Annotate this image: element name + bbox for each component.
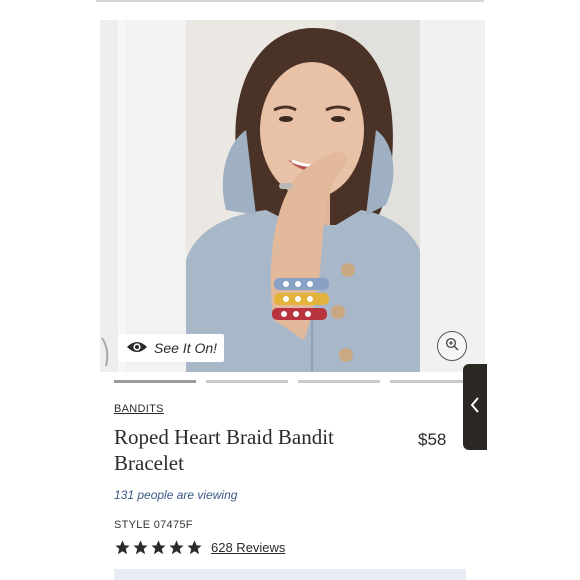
star-icon	[169, 540, 184, 555]
pagination-dot[interactable]	[390, 380, 472, 383]
chevron-left-icon	[470, 396, 480, 419]
zoom-in-icon	[445, 337, 459, 356]
viewers-count: 131 people are viewing	[114, 488, 238, 502]
next-slide-peek[interactable]	[420, 20, 485, 372]
star-icon	[133, 540, 148, 555]
model-photo-illustration	[186, 20, 420, 372]
star-icon	[151, 540, 166, 555]
zoom-button[interactable]	[437, 331, 467, 361]
product-photo[interactable]	[186, 20, 420, 372]
product-title: Roped Heart Braid Bandit Bracelet	[114, 425, 334, 475]
product-price: $58	[418, 430, 447, 449]
previous-slide-peek[interactable]	[100, 20, 118, 372]
previous-slide-edge	[118, 20, 126, 372]
side-drawer-tab[interactable]	[463, 364, 487, 450]
star-icon	[187, 540, 202, 555]
slide-handle-icon	[100, 336, 112, 373]
see-it-on-button[interactable]: See It On!	[118, 334, 224, 362]
see-it-on-label: See It On!	[154, 340, 218, 356]
pagination-dot[interactable]	[206, 380, 288, 383]
eye-icon	[126, 340, 148, 357]
product-image-carousel[interactable]	[100, 20, 485, 372]
star-rating	[114, 539, 203, 556]
style-number: STYLE 07475F	[114, 519, 193, 531]
rating-summary: 628 Reviews	[114, 539, 285, 556]
reviews-link[interactable]: 628 Reviews	[211, 540, 285, 555]
pagination-dot[interactable]	[114, 380, 196, 383]
star-icon	[115, 540, 130, 555]
brand-link[interactable]: BANDITS	[114, 403, 164, 415]
bottom-panel	[114, 569, 466, 580]
carousel-pagination	[114, 380, 472, 383]
pagination-dot[interactable]	[298, 380, 380, 383]
top-divider	[96, 0, 484, 2]
